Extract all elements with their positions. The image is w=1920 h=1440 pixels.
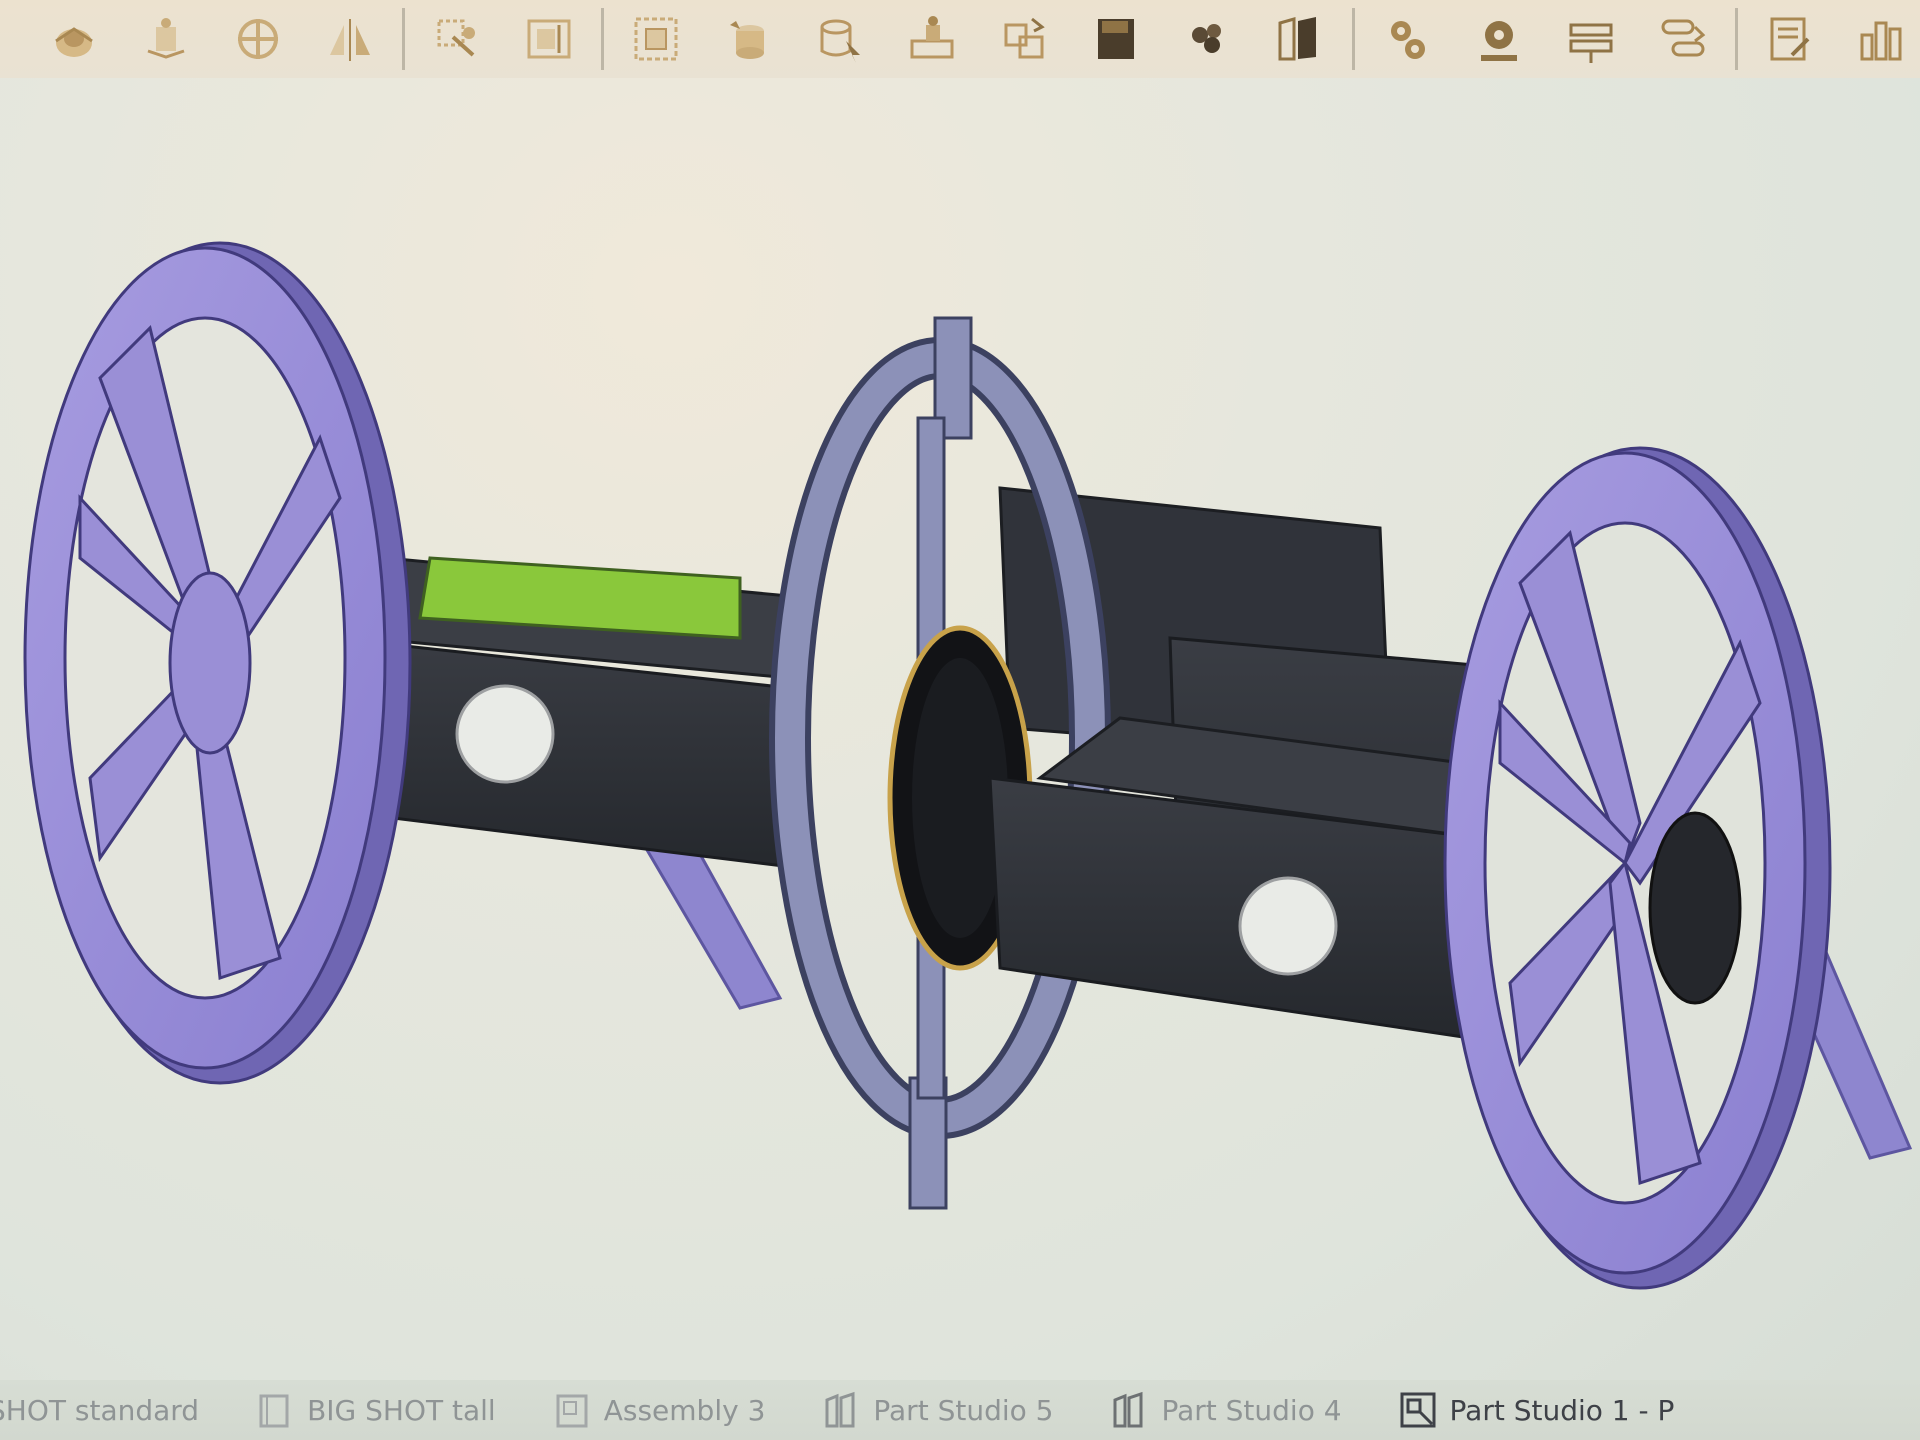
part-studio-icon xyxy=(825,1391,855,1428)
belt-icon[interactable] xyxy=(1559,7,1623,71)
right-wheel[interactable] xyxy=(1443,446,1832,1290)
cad-screen: SHOT standard BIG SHOT tall Assembly 3 P… xyxy=(0,0,1920,1440)
group-icon[interactable] xyxy=(1176,7,1240,71)
assembly-toolbar xyxy=(0,0,1920,78)
tab-label: Part Studio 4 xyxy=(1161,1393,1342,1427)
report-icon[interactable] xyxy=(1758,7,1822,71)
gear-settings-icon[interactable] xyxy=(1467,7,1531,71)
move-icon[interactable] xyxy=(42,7,106,71)
part-studio-icon xyxy=(1113,1391,1143,1428)
indicator-light-right xyxy=(1238,876,1338,976)
bar-chart-icon[interactable] xyxy=(1850,7,1914,71)
tab-label: Part Studio 1 - P xyxy=(1449,1393,1675,1427)
document-tab-bar: SHOT standard BIG SHOT tall Assembly 3 P… xyxy=(0,1380,1920,1440)
pattern-icon[interactable] xyxy=(624,7,688,71)
insert-part-icon[interactable] xyxy=(716,7,780,71)
tab-label: Assembly 3 xyxy=(603,1393,766,1427)
tab-big-shot-tall[interactable]: BIG SHOT tall xyxy=(225,1380,522,1440)
tab-shot-standard[interactable]: SHOT standard xyxy=(0,1380,225,1440)
tab-part-studio-5[interactable]: Part Studio 5 xyxy=(791,1380,1079,1440)
tab-label: SHOT standard xyxy=(0,1393,200,1427)
assembly-model[interactable] xyxy=(0,78,1920,1368)
3d-viewport[interactable] xyxy=(0,78,1920,1368)
toolbar-separator xyxy=(1352,8,1355,70)
toolbar-separator xyxy=(601,8,604,70)
book-icon[interactable] xyxy=(1268,7,1332,71)
select-part-icon[interactable] xyxy=(808,7,872,71)
revolve-icon[interactable] xyxy=(134,7,198,71)
tab-part-studio-4[interactable]: Part Studio 4 xyxy=(1079,1380,1367,1440)
wheel-knob xyxy=(1648,811,1742,1005)
tab-assembly-3[interactable]: Assembly 3 xyxy=(522,1380,792,1440)
save-icon[interactable] xyxy=(1084,7,1148,71)
assembly-icon xyxy=(556,1394,588,1428)
linear-relation-icon[interactable] xyxy=(1651,7,1715,71)
mirror-icon[interactable] xyxy=(318,7,382,71)
tab-label: Part Studio 5 xyxy=(873,1393,1054,1427)
part-studio-icon xyxy=(259,1394,289,1428)
indicator-light-left xyxy=(455,684,555,784)
assembly-icon xyxy=(1400,1392,1436,1428)
frame-icon[interactable] xyxy=(517,7,581,71)
tab-label: BIG SHOT tall xyxy=(307,1393,496,1427)
tab-part-studio-1[interactable]: Part Studio 1 - P xyxy=(1368,1380,1701,1440)
fastened-mate-icon[interactable] xyxy=(226,7,290,71)
toolbar-separator xyxy=(1735,8,1738,70)
mate-connector-icon[interactable] xyxy=(900,7,964,71)
gear-pair-icon[interactable] xyxy=(1375,7,1439,71)
left-wheel[interactable] xyxy=(23,241,412,1085)
transform-icon[interactable] xyxy=(425,7,489,71)
toolbar-separator xyxy=(402,8,405,70)
interference-icon[interactable] xyxy=(992,7,1056,71)
